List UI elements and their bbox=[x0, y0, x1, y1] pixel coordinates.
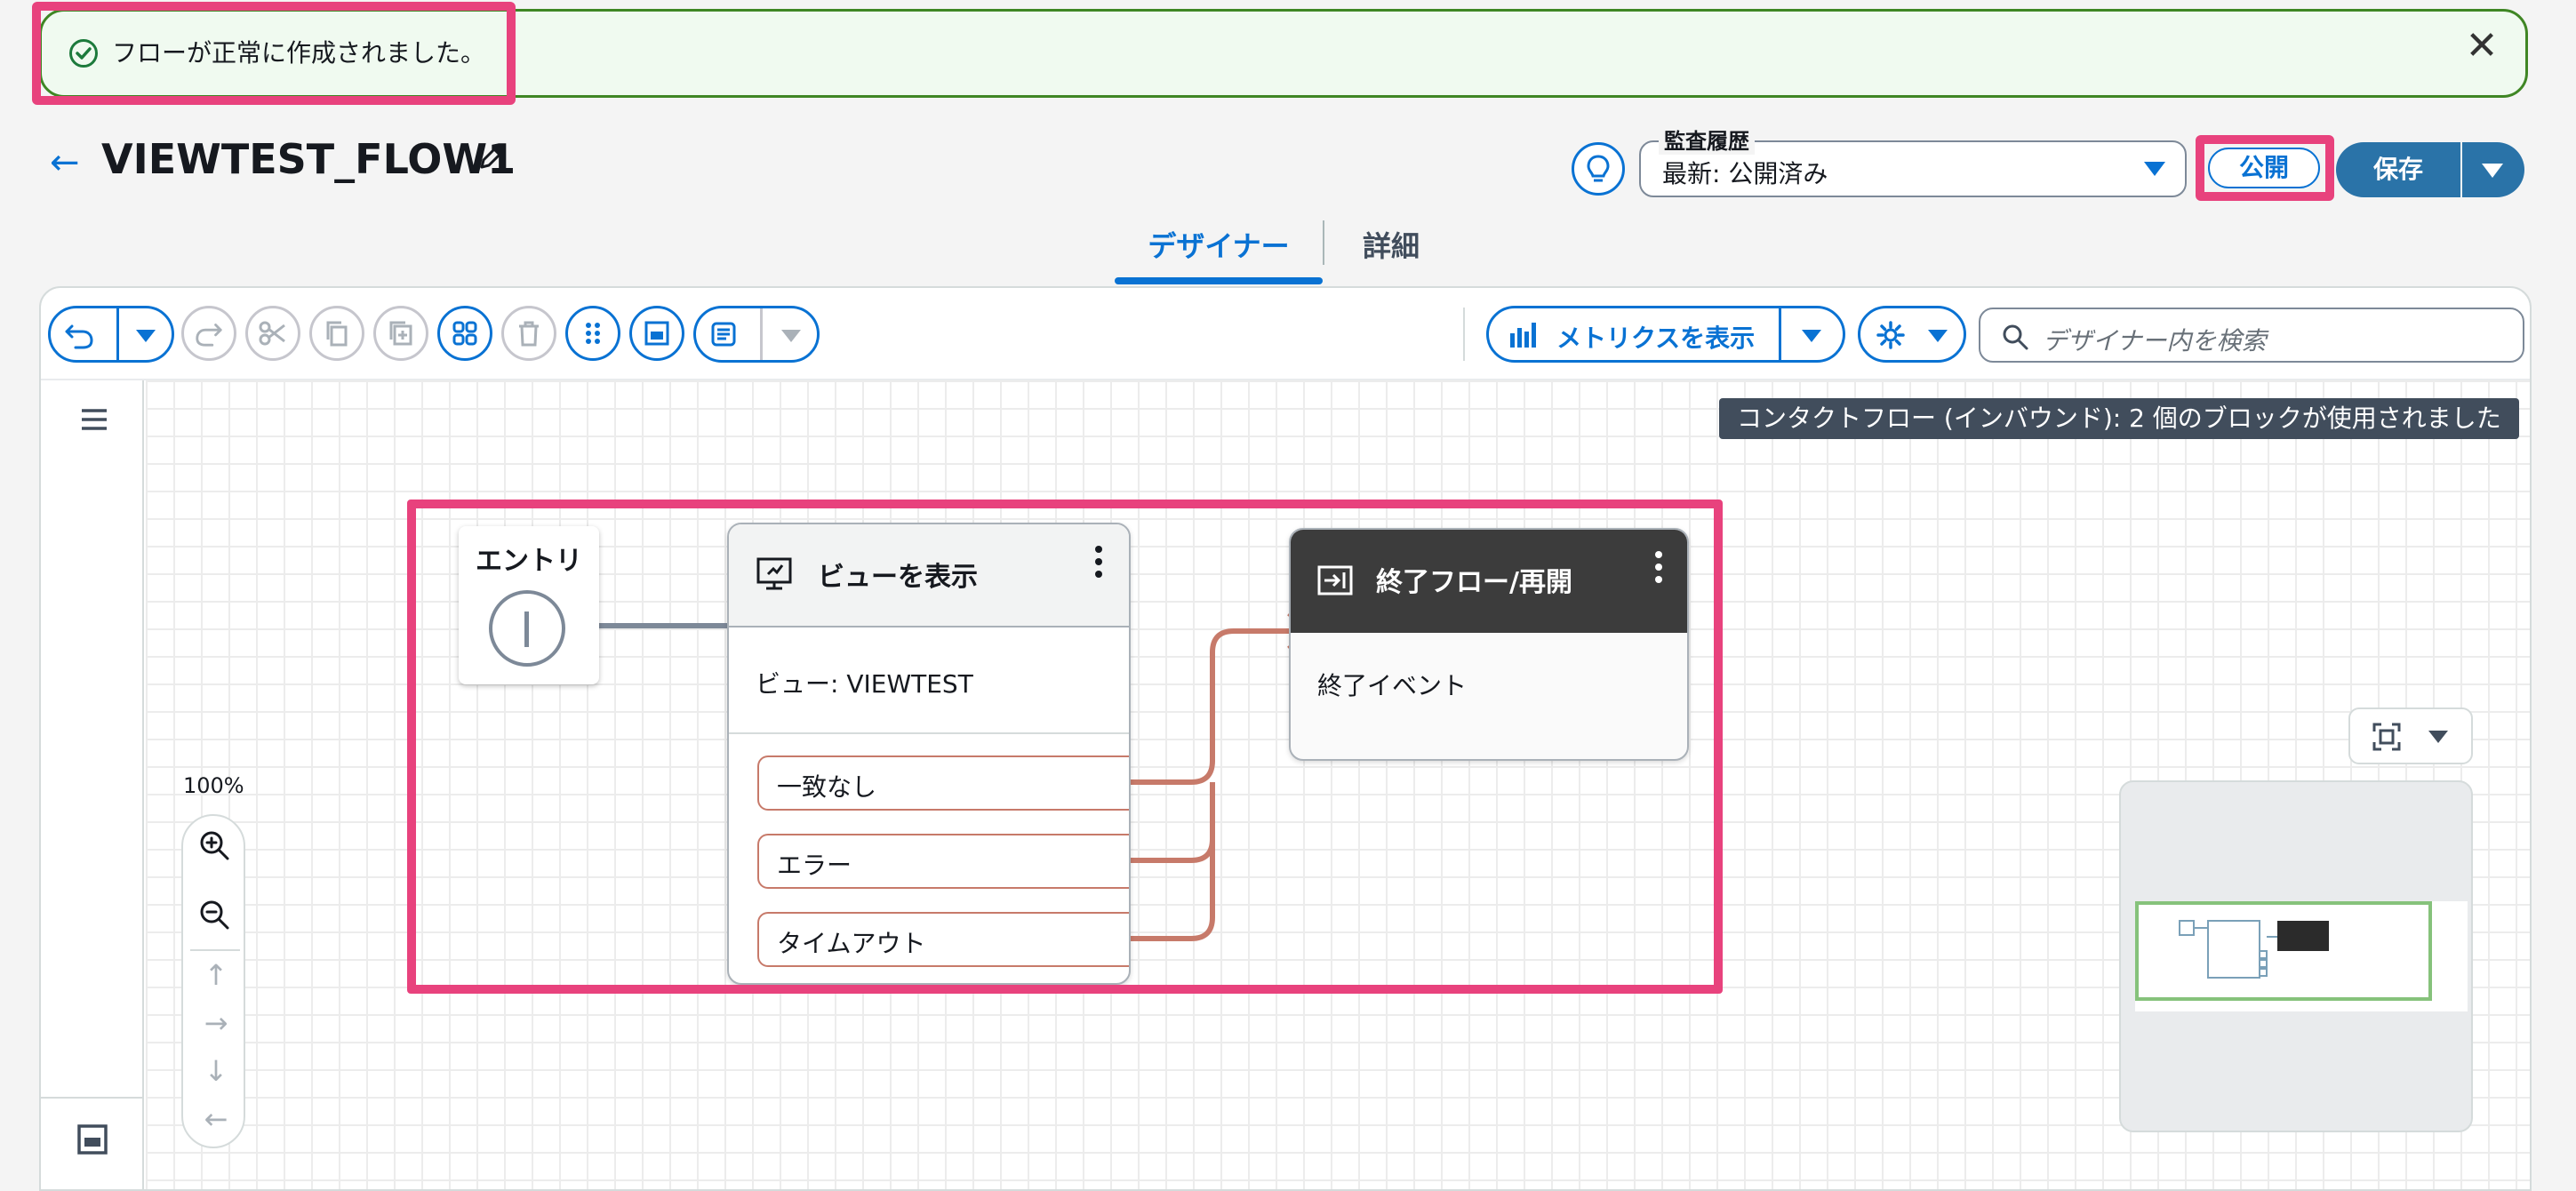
minimap[interactable] bbox=[2119, 780, 2473, 1132]
fit-screen-icon bbox=[2372, 722, 2402, 755]
minimap-viewport[interactable] bbox=[2135, 901, 2432, 1001]
minimap-toggle-button[interactable] bbox=[2348, 707, 2473, 764]
minimap-caret-icon bbox=[2428, 731, 2448, 743]
flow-highlight bbox=[407, 500, 1723, 994]
audit-history-label: 監査履歴 bbox=[1659, 124, 1755, 155]
